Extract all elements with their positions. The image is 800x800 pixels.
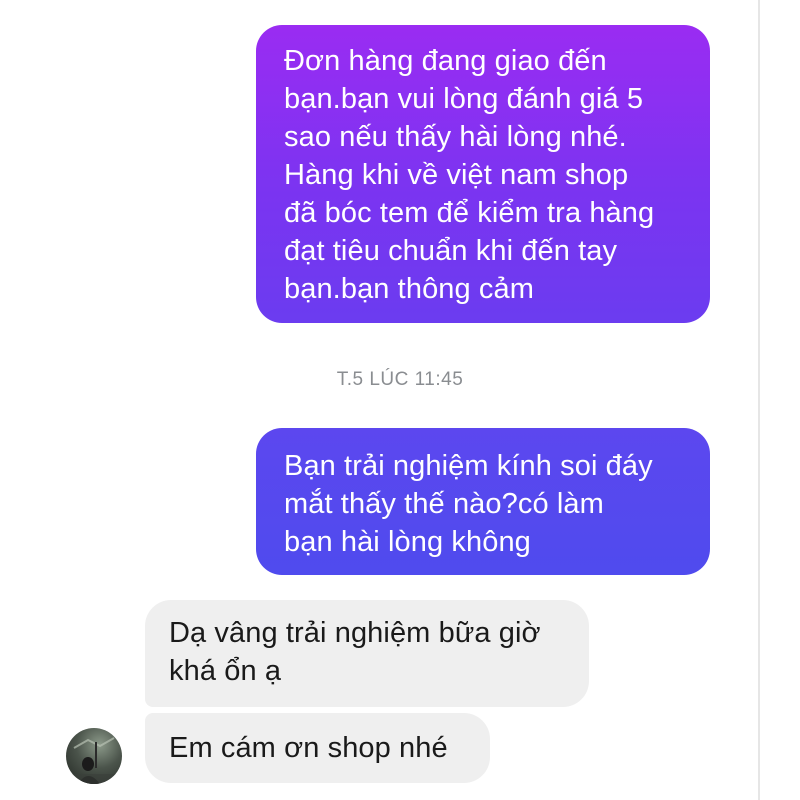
contact-avatar[interactable] (66, 728, 122, 784)
avatar-photo-icon (66, 737, 122, 784)
outgoing-message-bubble[interactable]: Đơn hàng đang giao đến bạn.bạn vui lòng … (256, 25, 710, 323)
chat-thread: Đơn hàng đang giao đến bạn.bạn vui lòng … (0, 0, 758, 800)
message-timestamp: T.5 LÚC 11:45 (336, 369, 464, 390)
panel-divider (758, 0, 760, 800)
outgoing-message-bubble[interactable]: Bạn trải nghiệm kính soi đáy mắt thấy th… (256, 428, 710, 575)
incoming-message-bubble[interactable]: Dạ vâng trải nghiệm bữa giờ khá ổn ạ (145, 600, 589, 707)
incoming-message-bubble[interactable]: Em cám ơn shop nhé (145, 713, 490, 783)
